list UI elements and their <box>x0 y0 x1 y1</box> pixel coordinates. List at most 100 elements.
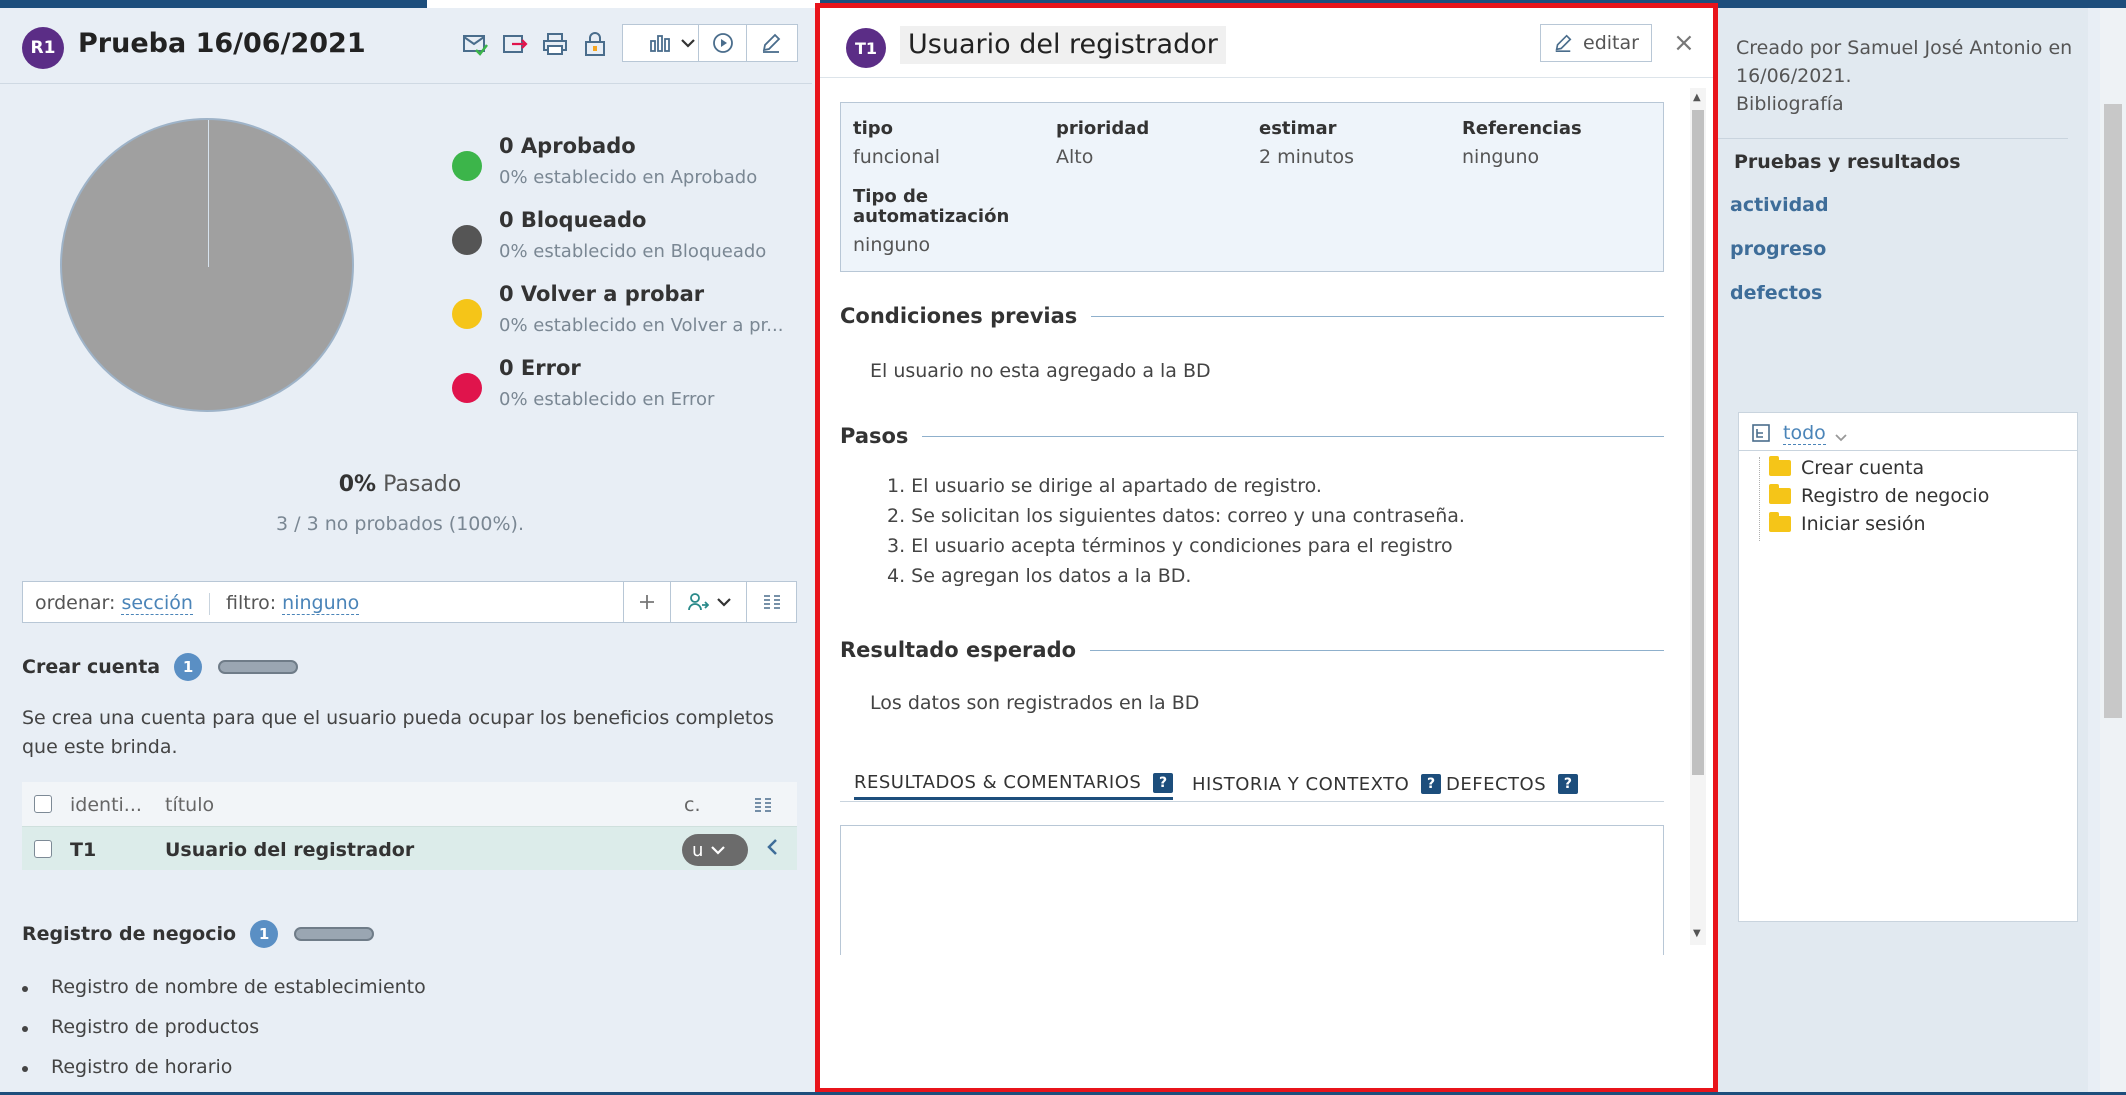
status-pie-chart <box>60 118 354 412</box>
edit-run-button[interactable] <box>747 25 795 61</box>
step-item: 3. El usuario acepta términos y condicio… <box>887 535 1453 557</box>
tree-item-registro-negocio[interactable]: Registro de negocio <box>1769 484 1989 507</box>
columns-button[interactable] <box>746 582 796 622</box>
tree-toolbar: todo <box>1739 413 2077 451</box>
help-icon[interactable]: ? <box>1153 772 1174 793</box>
section-registro-negocio-header[interactable]: Registro de negocio 1 <box>22 920 375 948</box>
tree-filter-dropdown[interactable]: todo <box>1783 422 1826 445</box>
progress-pill <box>294 927 375 941</box>
results-tabs: RESULTADOS & COMENTARIOS? HISTORIA Y CON… <box>840 764 1664 802</box>
bar-chart-icon <box>650 35 670 52</box>
chevron-down-icon <box>681 39 695 48</box>
assign-dropdown-button[interactable] <box>670 582 746 622</box>
test-header: T1 Usuario del registrador editar × <box>820 8 1713 78</box>
tree-item-iniciar-sesion[interactable]: Iniciar sesión <box>1769 512 1926 535</box>
step-item: 2. Se solicitan los siguientes datos: co… <box>887 505 1465 527</box>
lock-icon[interactable] <box>580 29 610 59</box>
tree-item-crear-cuenta[interactable]: Crear cuenta <box>1769 456 1924 479</box>
comment-input[interactable] <box>840 825 1664 955</box>
sort-dropdown[interactable]: sección <box>121 592 193 615</box>
section-description: Se crea una cuenta para que el usuario p… <box>22 707 774 758</box>
run-panel: R1 Prueba 16/06/2021 0 Aprobado 0% estab… <box>0 8 812 1095</box>
sidebar-link-defectos[interactable]: defectos <box>1730 282 1822 304</box>
column-header-status[interactable]: c. <box>684 794 701 816</box>
columns-config-icon[interactable] <box>754 796 772 818</box>
legend-label: 0 Aprobado <box>499 134 636 158</box>
add-button[interactable] <box>623 582 670 622</box>
preconditions-heading: Condiciones previas <box>840 304 1664 328</box>
plus-icon <box>640 595 654 609</box>
column-header-id[interactable]: identi... <box>70 794 142 816</box>
row-id: T1 <box>70 839 97 861</box>
passed-summary: 0% Pasado <box>0 472 800 497</box>
section-title: Registro de negocio <box>22 923 237 945</box>
preconditions-text: El usuario no esta agregado a la BD <box>870 360 1211 382</box>
filter-dropdown[interactable]: ninguno <box>282 592 360 615</box>
count-badge: 1 <box>250 920 279 948</box>
user-assign-icon <box>687 593 709 611</box>
run-actions-group <box>698 24 798 62</box>
filter-bar: ordenar: sección filtro: ninguno <box>22 581 797 623</box>
page-scrollbar[interactable] <box>2100 8 2126 1095</box>
run-title: Prueba 16/06/2021 <box>78 28 366 59</box>
section-tree: todo Crear cuenta Registro de negocio In… <box>1738 412 2078 922</box>
section-crear-cuenta-header[interactable]: Crear cuenta 1 <box>22 653 299 681</box>
column-header-title[interactable]: título <box>165 794 214 816</box>
help-icon[interactable]: ? <box>1421 774 1442 794</box>
folder-icon <box>1769 512 1791 532</box>
step-item: 1. El usuario se dirige al apartado de r… <box>887 475 1322 497</box>
tests-table: identi... título c. T1 Usuario del regis… <box>22 782 797 870</box>
close-icon[interactable]: × <box>1673 28 1695 58</box>
print-icon[interactable] <box>540 29 570 59</box>
list-item: Registro de nombre de establecimiento <box>22 976 426 1016</box>
run-header: R1 Prueba 16/06/2021 <box>0 8 812 84</box>
chevron-left-icon[interactable] <box>766 837 778 862</box>
status-dropdown[interactable]: u <box>682 834 748 866</box>
table-row[interactable]: T1 Usuario del registrador u <box>22 826 797 870</box>
step-item: 4. Se agregan los datos a la BD. <box>887 565 1192 587</box>
test-detail-panel: T1 Usuario del registrador editar × ▲ ▼ … <box>815 3 1718 1093</box>
legend-dot <box>452 373 482 403</box>
status-value: u <box>692 839 704 861</box>
filter-label: filtro: <box>226 592 277 614</box>
test-fields-box: tipo funcional prioridad Alto estimar 2 … <box>840 102 1664 272</box>
field-estimar: estimar 2 minutos <box>1259 118 1354 169</box>
sidebar-link-actividad[interactable]: actividad <box>1730 194 1829 216</box>
legend-label: 0 Bloqueado <box>499 208 647 232</box>
folder-icon <box>1769 484 1791 504</box>
progress-pill <box>218 660 299 674</box>
detail-scrollbar[interactable]: ▲ ▼ <box>1690 88 1706 945</box>
edit-label: editar <box>1583 32 1639 54</box>
chevron-down-icon <box>711 846 726 855</box>
play-icon <box>712 33 733 53</box>
run-avatar: R1 <box>22 27 64 69</box>
play-button[interactable] <box>699 25 747 61</box>
field-tipo: tipo funcional <box>853 118 941 169</box>
test-avatar: T1 <box>846 28 886 68</box>
tab-historia[interactable]: HISTORIA Y CONTEXTO? <box>1192 768 1442 800</box>
legend-sublabel: 0% establecido en Aprobado <box>499 167 758 188</box>
sidebar-link-progreso[interactable]: progreso <box>1730 238 1826 260</box>
row-title[interactable]: Usuario del registrador <box>165 839 414 861</box>
legend-sublabel: 0% establecido en Error <box>499 389 715 410</box>
chevron-down-icon <box>716 598 731 607</box>
export-icon[interactable] <box>500 29 530 59</box>
tab-defectos[interactable]: DEFECTOS? <box>1446 768 1579 800</box>
list-item: Registro de productos <box>22 1016 426 1056</box>
section-bullet-list: Registro de nombre de establecimiento Re… <box>22 976 426 1095</box>
sort-label: ordenar: <box>35 592 116 614</box>
bibliography-link[interactable]: Bibliografía <box>1736 90 2076 118</box>
legend-sublabel: 0% establecido en Bloqueado <box>499 241 767 262</box>
help-icon[interactable]: ? <box>1558 774 1579 794</box>
count-badge: 1 <box>174 653 203 681</box>
edit-button[interactable]: editar <box>1540 24 1652 62</box>
pencil-icon <box>762 33 781 53</box>
select-all-checkbox[interactable] <box>34 795 52 813</box>
row-checkbox[interactable] <box>34 840 52 858</box>
passed-label: Pasado <box>376 472 462 497</box>
envelope-check-icon[interactable] <box>460 29 490 59</box>
legend-dot <box>452 225 482 255</box>
tab-resultados[interactable]: RESULTADOS & COMENTARIOS? <box>854 768 1174 800</box>
legend-label: 0 Volver a probar <box>499 282 705 306</box>
legend-dot <box>452 151 482 181</box>
